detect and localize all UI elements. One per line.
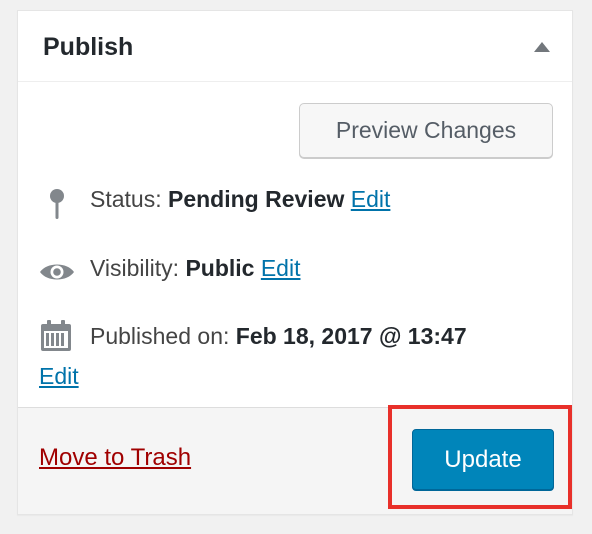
published-on-edit-link[interactable]: Edit xyxy=(39,363,79,390)
visibility-label: Visibility: xyxy=(90,255,180,281)
status-value: Pending Review xyxy=(168,186,345,212)
published-on-value: Feb 18, 2017 @ 13:47 xyxy=(235,323,467,349)
visibility-value: Public xyxy=(185,255,255,281)
move-to-trash-link[interactable]: Move to Trash xyxy=(39,444,191,472)
publish-box-header[interactable]: Publish xyxy=(18,11,572,82)
update-button[interactable]: Update xyxy=(412,429,554,490)
visibility-text: Visibility: Public Edit xyxy=(90,255,300,282)
preview-changes-button[interactable]: Preview Changes xyxy=(299,103,553,158)
visibility-edit-link[interactable]: Edit xyxy=(261,255,301,281)
pin-icon xyxy=(47,188,67,226)
published-on-text: Published on: Feb 18, 2017 @ 13:47 xyxy=(90,323,467,350)
triangle-up-icon[interactable] xyxy=(534,42,550,52)
publish-box-title: Publish xyxy=(43,33,134,61)
publish-box: Publish Preview Changes Status: Pending … xyxy=(17,10,573,515)
eye-icon xyxy=(39,261,75,289)
publish-box-footer: Move to Trash Update xyxy=(18,405,572,514)
calendar-icon xyxy=(40,320,72,358)
published-on-label: Published on: xyxy=(90,323,230,349)
status-label: Status: xyxy=(90,186,162,212)
status-text: Status: Pending Review Edit xyxy=(90,186,390,213)
status-edit-link[interactable]: Edit xyxy=(351,186,391,212)
